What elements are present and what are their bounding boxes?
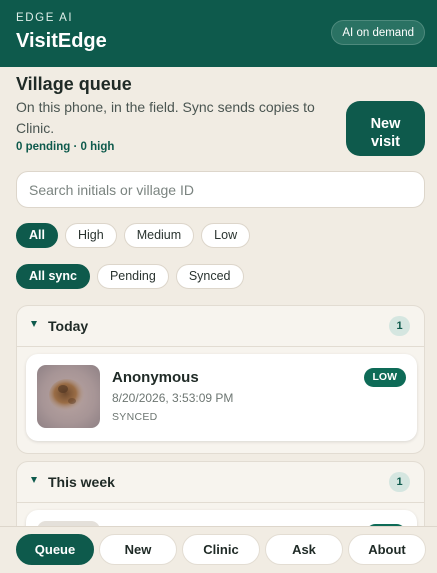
filter-synced[interactable]: Synced	[175, 264, 244, 289]
chevron-down-icon	[31, 321, 37, 327]
filter-pending[interactable]: Pending	[96, 264, 169, 289]
filter-medium[interactable]: Medium	[123, 223, 195, 248]
visit-patient-name: Anonymous	[112, 369, 199, 386]
search-input[interactable]	[16, 171, 425, 208]
section-this-week-header[interactable]: This week 1	[17, 462, 424, 503]
app-title: VisitEdge	[16, 30, 107, 52]
nav-queue[interactable]: Queue	[16, 534, 94, 565]
page-title: Village queue	[16, 74, 132, 94]
brand-label: EDGE AI	[16, 12, 74, 24]
section-today: Today 1 Anonymous 8/20/2026, 3:53:09 PM …	[16, 305, 425, 454]
priority-filter-row: All High Medium Low	[16, 223, 251, 248]
nav-about[interactable]: About	[348, 534, 426, 565]
page-subtitle: On this phone, in the field. Sync sends …	[16, 99, 315, 136]
section-label: This week	[48, 474, 115, 490]
app-header: EDGE AI VisitEdge AI on demand	[0, 0, 437, 67]
visit-card[interactable]: Anonymous 8/20/2026, 3:53:09 PM SYNCED L…	[26, 354, 417, 441]
visit-sync-status: SYNCED	[112, 411, 158, 423]
new-visit-button[interactable]: New visit	[346, 101, 425, 156]
priority-badge: LOW	[363, 368, 406, 387]
new-visit-label-line1: New	[370, 116, 401, 132]
section-count-badge: 1	[389, 472, 410, 492]
chevron-down-icon	[31, 477, 37, 483]
visit-datetime: 8/20/2026, 3:53:09 PM	[112, 391, 234, 405]
sync-filter-row: All sync Pending Synced	[16, 264, 244, 289]
section-count-badge: 1	[389, 316, 410, 336]
lesion-photo-thumbnail	[37, 365, 100, 428]
new-visit-label-line2: visit	[370, 134, 400, 150]
filter-all[interactable]: All	[16, 223, 58, 248]
nav-new[interactable]: New	[99, 534, 177, 565]
app-root: EDGE AI VisitEdge AI on demand Village q…	[0, 0, 437, 573]
section-today-header[interactable]: Today 1	[17, 306, 424, 347]
ai-on-demand-button[interactable]: AI on demand	[331, 20, 425, 45]
pending-count: 0 pending · 0 high	[16, 141, 115, 153]
nav-ask[interactable]: Ask	[265, 534, 343, 565]
filter-high[interactable]: High	[64, 223, 117, 248]
section-label: Today	[48, 318, 89, 334]
filter-all-sync[interactable]: All sync	[16, 264, 90, 289]
filter-low[interactable]: Low	[201, 223, 251, 248]
nav-clinic[interactable]: Clinic	[182, 534, 260, 565]
bottom-navigation: Queue New Clinic Ask About	[0, 526, 437, 573]
